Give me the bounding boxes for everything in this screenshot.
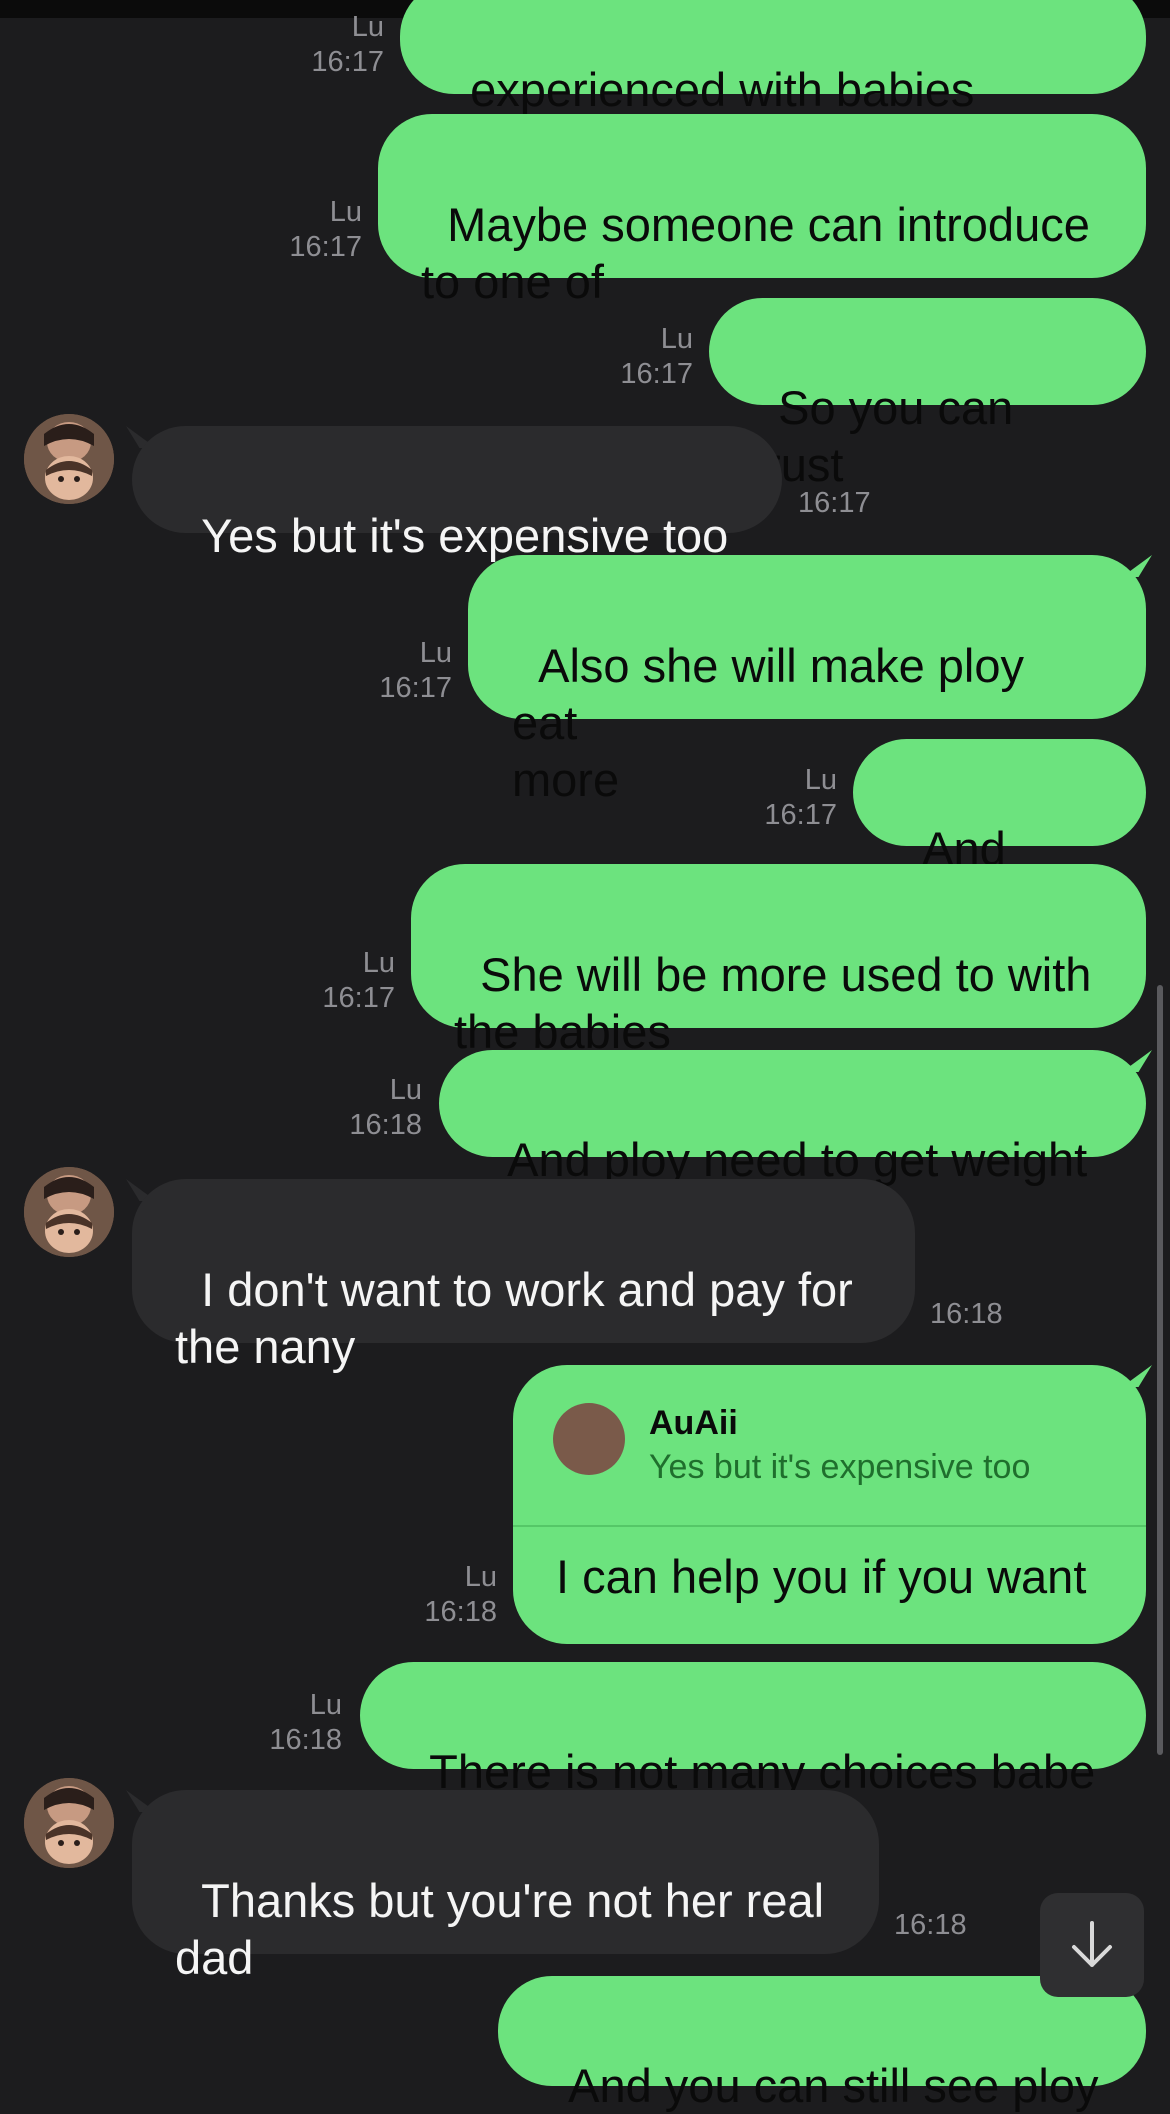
outgoing-message[interactable]: Also she will make ploy eat more xyxy=(468,555,1146,806)
outgoing-message[interactable]: And drink xyxy=(853,739,1146,932)
message-meta: Lu 16:18 xyxy=(269,1688,342,1758)
contact-avatar[interactable] xyxy=(24,1778,114,1868)
message-text: So you can trust xyxy=(752,381,1027,491)
incoming-message[interactable]: Thanks but you're not her real dad xyxy=(132,1790,879,1984)
quoted-message[interactable]: AuAii Yes but it's expensive too xyxy=(513,1365,1146,1527)
message-time: 16:17 xyxy=(379,672,452,704)
sender-name: Lu xyxy=(351,11,384,43)
message-text: experienced with babies xyxy=(470,63,975,116)
message-time: 16:18 xyxy=(424,1596,497,1628)
message-time: 16:17 xyxy=(798,487,871,519)
message-text: Maybe someone can introduce to one of xyxy=(421,198,1090,308)
outgoing-message[interactable]: She will be more used to with the babies xyxy=(411,864,1146,1058)
outgoing-message[interactable]: Maybe someone can introduce to one of xyxy=(378,114,1146,308)
scrollbar[interactable] xyxy=(1157,985,1163,1755)
outgoing-reply-message[interactable]: AuAii Yes but it's expensive too I can h… xyxy=(513,1365,1146,1644)
incoming-message[interactable]: I don't want to work and pay for the nan… xyxy=(132,1179,915,1373)
sender-name: Lu xyxy=(804,764,837,796)
message-meta: Lu 16:17 xyxy=(620,322,693,392)
arrow-down-icon xyxy=(1072,1921,1112,1967)
outgoing-message[interactable]: And ploy need to get weight xyxy=(439,1050,1146,1186)
message-meta: Lu 16:18 xyxy=(424,1560,497,1630)
message-time: 16:18 xyxy=(269,1724,342,1756)
incoming-message[interactable]: Yes but it's expensive too xyxy=(132,426,782,562)
bubble-tail xyxy=(1122,555,1152,577)
sender-name: Lu xyxy=(329,196,362,228)
avatar-photo xyxy=(24,1167,114,1257)
contact-avatar[interactable] xyxy=(24,414,114,504)
sender-name: Lu xyxy=(362,947,395,979)
message-time: 16:18 xyxy=(349,1109,422,1141)
message-time: 16:17 xyxy=(764,799,837,831)
outgoing-message[interactable]: experienced with babies xyxy=(400,0,1146,116)
avatar-photo xyxy=(24,1778,114,1868)
message-meta: Lu 16:17 xyxy=(379,636,452,706)
contact-avatar[interactable] xyxy=(24,1167,114,1257)
message-meta: Lu 16:17 xyxy=(289,195,362,265)
message-text: I don't want to work and pay for the nan… xyxy=(175,1263,853,1373)
message-meta: Lu 16:17 xyxy=(764,763,837,833)
message-meta: Lu 16:18 xyxy=(349,1073,422,1143)
message-meta: Lu 16:17 xyxy=(311,10,384,80)
outgoing-message[interactable]: So you can trust xyxy=(709,298,1146,491)
sender-name: Lu xyxy=(464,1561,497,1593)
message-time: 16:18 xyxy=(894,1909,967,1941)
message-text: Thanks but you're not her real dad xyxy=(175,1874,825,1984)
message-time: 16:17 xyxy=(322,982,395,1014)
sender-name: Lu xyxy=(309,1689,342,1721)
message-time: 16:17 xyxy=(311,46,384,78)
quoted-avatar xyxy=(553,1403,625,1475)
message-text: And you can still see ploy xyxy=(568,2059,1099,2112)
sender-name: Lu xyxy=(389,1074,422,1106)
message-time: 16:17 xyxy=(289,231,362,263)
message-text: I can help you if you want xyxy=(556,1550,1087,1603)
outgoing-message[interactable]: There is not many choices babe xyxy=(360,1662,1146,1798)
message-meta: Lu 16:17 xyxy=(322,946,395,1016)
avatar-photo xyxy=(24,414,114,504)
quoted-sender-name: AuAii xyxy=(649,1404,738,1442)
message-text: She will be more used to with the babies xyxy=(454,948,1092,1058)
sender-name: Lu xyxy=(419,637,452,669)
scroll-to-bottom-button[interactable] xyxy=(1040,1893,1144,1997)
quoted-text: Yes but it's expensive too xyxy=(649,1448,1031,1486)
message-time: 16:17 xyxy=(620,358,693,390)
sender-name: Lu xyxy=(660,323,693,355)
message-time: 16:18 xyxy=(930,1298,1003,1330)
